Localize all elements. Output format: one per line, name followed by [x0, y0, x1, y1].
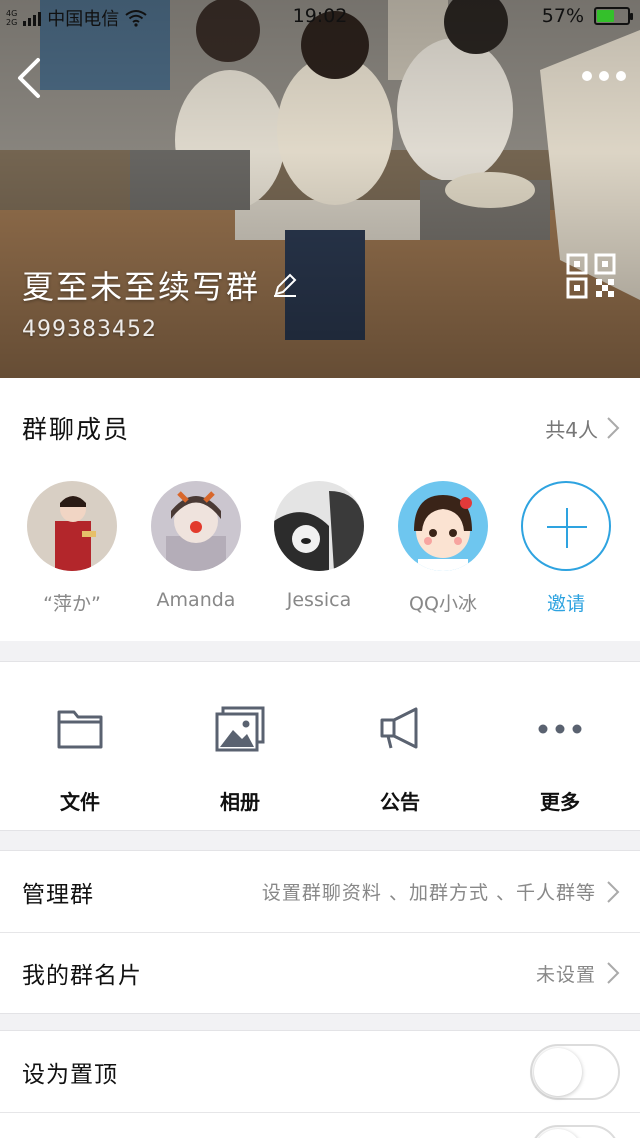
member-avatar	[27, 481, 117, 571]
members-count-link[interactable]: 共4人	[545, 414, 620, 443]
megaphone-icon	[380, 707, 418, 749]
settings-list-2: 设为置顶	[0, 1030, 640, 1138]
album-icon	[215, 706, 265, 752]
chevron-right-icon	[607, 962, 620, 984]
more-dots-icon	[538, 724, 582, 734]
battery-percent: 57%	[541, 5, 584, 27]
files-button[interactable]: 文件	[20, 702, 140, 815]
invite-label: 邀请	[546, 593, 585, 615]
qr-code-icon	[566, 253, 616, 299]
announcement-label: 公告	[380, 790, 420, 814]
member-avatar	[398, 481, 488, 571]
files-label: 文件	[60, 790, 100, 814]
my-card-label: 我的群名片	[22, 963, 142, 989]
quick-actions: 文件 相册 公告 更多	[0, 661, 640, 831]
member-name: Jessica	[286, 589, 352, 611]
members-title: 群聊成员	[22, 415, 131, 444]
pin-top-row: 设为置顶	[0, 1031, 640, 1112]
album-label: 相册	[220, 790, 260, 814]
back-button[interactable]	[8, 52, 56, 104]
member-name: “萍か”	[43, 593, 101, 615]
member-item[interactable]: Amanda	[141, 481, 251, 611]
battery-icon	[594, 7, 633, 25]
invite-button[interactable]: 邀请	[511, 481, 621, 616]
members-section: 群聊成员 共4人 “萍か” Amanda Jessica QQ小冰 邀请	[0, 378, 640, 641]
member-avatar	[274, 481, 364, 571]
pin-top-toggle[interactable]	[530, 1043, 620, 1100]
my-card-row[interactable]: 我的群名片 未设置	[0, 932, 640, 1013]
pencil-icon	[274, 273, 297, 297]
more-button[interactable]	[582, 60, 626, 92]
manage-group-value: 设置群聊资料 、加群方式 、千人群等	[261, 882, 596, 904]
group-id: 499383452	[22, 317, 157, 342]
toggle-knob	[534, 1047, 582, 1096]
member-item[interactable]: Jessica	[264, 481, 374, 611]
member-item[interactable]: “萍か”	[17, 481, 127, 616]
my-card-value: 未设置	[535, 963, 596, 986]
member-item[interactable]: QQ小冰	[388, 481, 498, 616]
more-actions-label: 更多	[540, 790, 580, 814]
manage-group-label: 管理群	[22, 881, 94, 908]
toggle-knob	[534, 1129, 582, 1138]
more-dots-icon	[582, 71, 592, 81]
manage-group-row[interactable]: 管理群 设置群聊资料 、加群方式 、千人群等	[0, 851, 640, 932]
plus-icon	[521, 481, 611, 571]
member-name: Amanda	[156, 589, 236, 611]
chevron-right-icon	[607, 417, 620, 439]
back-arrow-icon	[18, 58, 40, 98]
member-name: QQ小冰	[409, 593, 477, 615]
more-actions-button[interactable]: 更多	[500, 702, 620, 815]
group-header: 4G 2G 中国电信 19:02 57% 夏至未至续写群 499383452	[0, 0, 640, 378]
announcement-button[interactable]: 公告	[340, 702, 460, 815]
group-name: 夏至未至续写群	[22, 268, 261, 306]
next-setting-row	[0, 1112, 640, 1138]
status-bar: 4G 2G 中国电信 19:02 57%	[0, 0, 640, 34]
qr-code-button[interactable]	[566, 253, 618, 299]
member-avatar	[151, 481, 241, 571]
settings-list: 管理群 设置群聊资料 、加群方式 、千人群等 我的群名片 未设置	[0, 850, 640, 1014]
chevron-right-icon	[607, 880, 620, 903]
group-title[interactable]: 夏至未至续写群	[22, 262, 298, 308]
next-setting-toggle[interactable]	[530, 1125, 620, 1138]
battery-level-fill	[597, 10, 615, 22]
folder-icon	[57, 710, 103, 749]
members-count: 共4人	[545, 417, 598, 442]
pin-top-label: 设为置顶	[22, 1061, 118, 1088]
album-button[interactable]: 相册	[180, 702, 300, 815]
